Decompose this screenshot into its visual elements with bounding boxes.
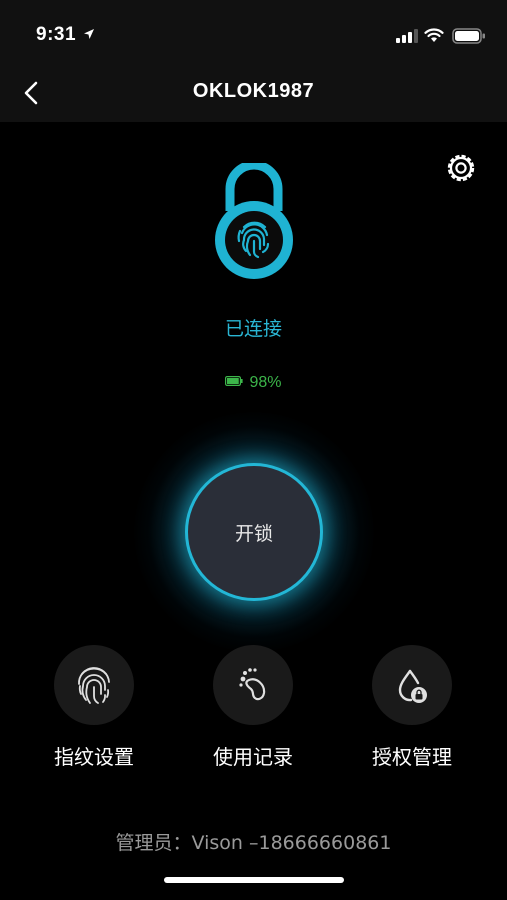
fingerprint-settings-button[interactable]: 指纹设置 <box>24 645 164 775</box>
gear-icon <box>447 154 475 182</box>
nav-bar: OKLOK1987 <box>0 64 507 122</box>
droplet-lock-icon <box>398 669 427 703</box>
fingerprint-settings-circle <box>54 645 134 725</box>
authorization-management-label: 授权管理 <box>372 745 452 769</box>
status-time: 9:31 <box>36 24 77 45</box>
fingerprint-icon <box>78 667 110 704</box>
authorization-management-circle <box>372 645 452 725</box>
fingerprint-padlock-icon <box>215 163 293 279</box>
fingerprint-settings-label: 指纹设置 <box>54 745 134 769</box>
signal-icon <box>396 29 418 43</box>
settings-button[interactable] <box>443 150 479 186</box>
battery-icon <box>452 28 485 44</box>
page-title: OKLOK1987 <box>192 80 315 102</box>
status-bar: 9:31 <box>0 0 507 64</box>
unlock-label: 开锁 <box>234 522 273 545</box>
wifi-icon <box>424 28 444 42</box>
connection-status: 已连接 <box>224 318 282 340</box>
battery-percent: 98% <box>249 374 282 391</box>
usage-records-button[interactable]: 使用记录 <box>183 645 323 775</box>
usage-records-label: 使用记录 <box>213 745 293 769</box>
home-indicator[interactable] <box>164 877 344 883</box>
battery-level-icon <box>225 376 244 386</box>
screen: 9:31 OKLOK1987 已连接 98% 开锁 指纹设置 使用记录 授权管理… <box>0 0 507 900</box>
authorization-management-button[interactable]: 授权管理 <box>342 645 482 775</box>
lock-battery: 98% <box>0 374 507 392</box>
location-arrow-icon <box>84 29 94 39</box>
footprint-icon <box>239 668 266 701</box>
admin-info: 管理员：Vison –18666660861 <box>115 832 392 854</box>
unlock-button[interactable]: 开锁 <box>185 463 323 601</box>
usage-records-circle <box>213 645 293 725</box>
